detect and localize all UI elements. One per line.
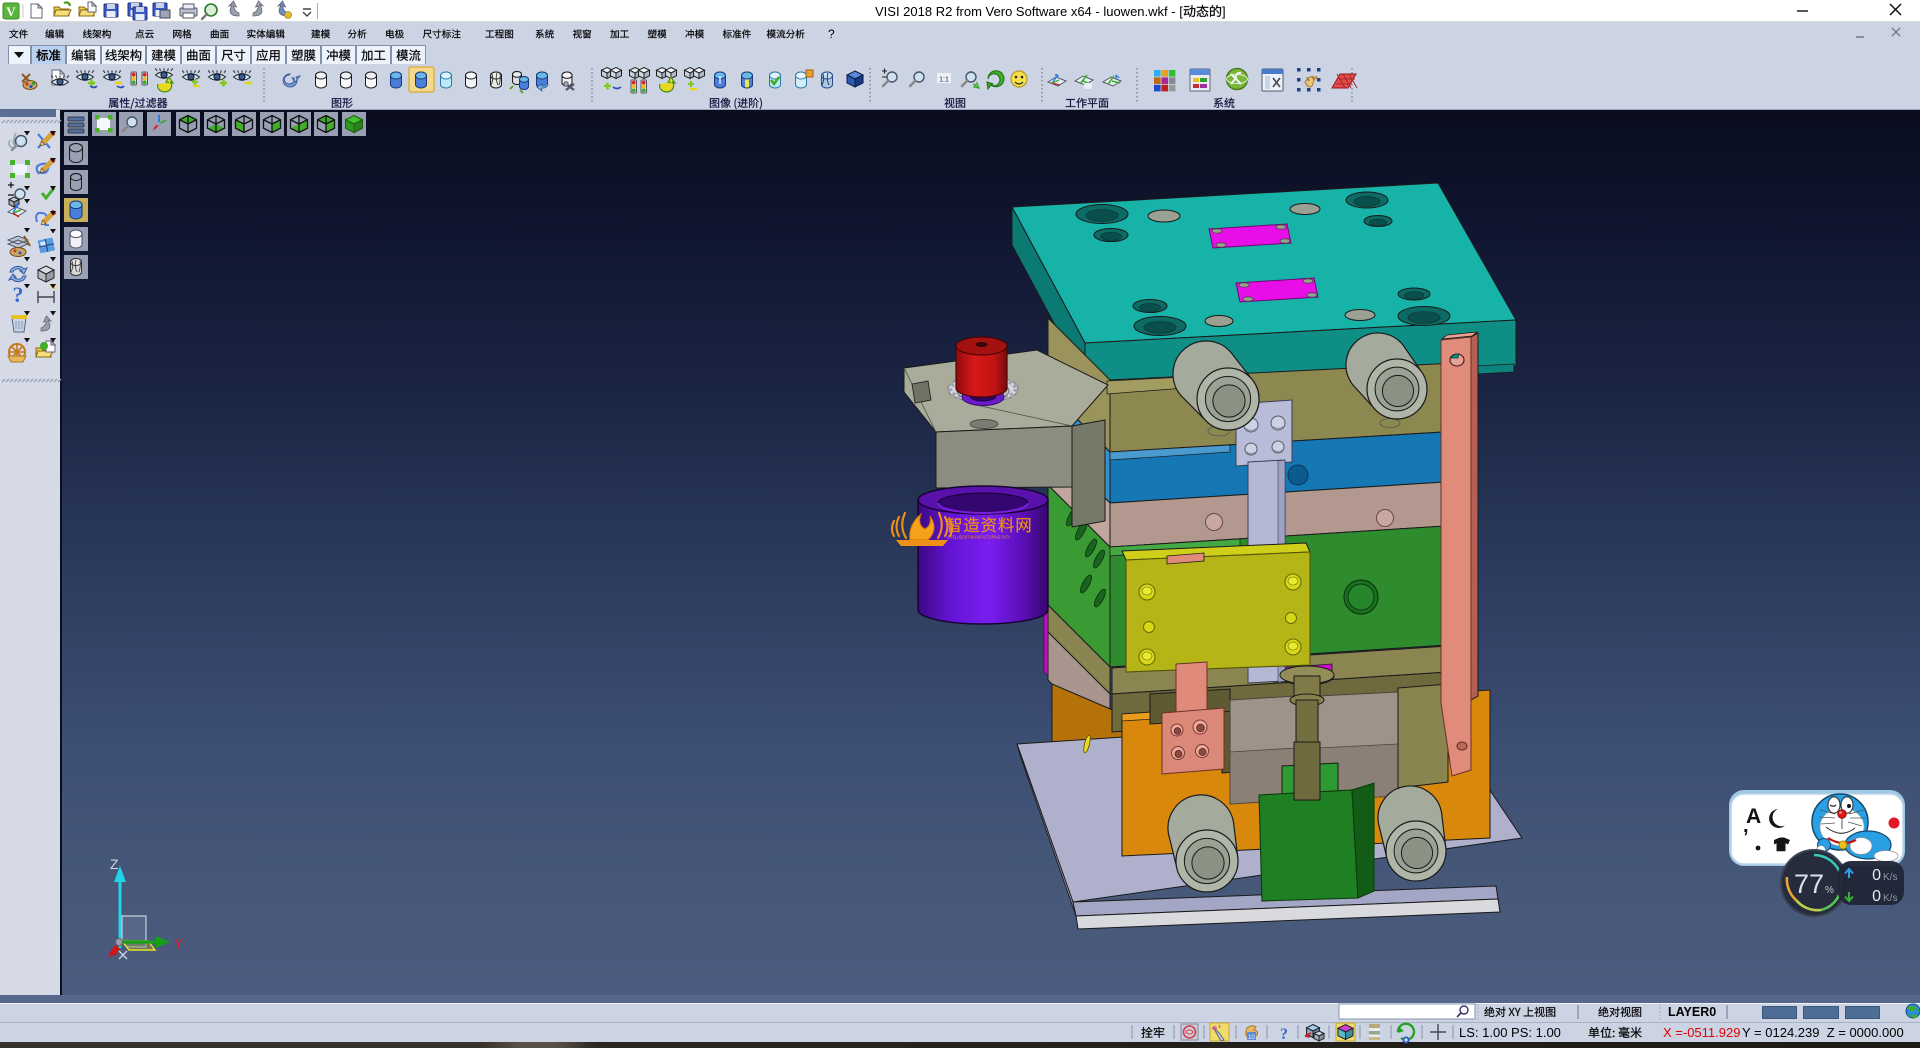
svg-text:VISI 2018 R2 from Vero Softwar: VISI 2018 R2 from Vero Software x64 - lu… bbox=[875, 4, 1183, 19]
svg-text:]: ] bbox=[1222, 4, 1226, 19]
svg-text:10: 10 bbox=[1248, 1035, 1255, 1041]
svg-text:?: ? bbox=[828, 27, 835, 41]
svg-text:?: ? bbox=[1280, 1026, 1288, 1043]
svg-text:V: V bbox=[6, 4, 16, 19]
svg-text:?: ? bbox=[13, 282, 24, 307]
svg-text:1:1: 1:1 bbox=[939, 77, 949, 84]
svg-text:LAYER0: LAYER0 bbox=[1668, 1005, 1716, 1019]
